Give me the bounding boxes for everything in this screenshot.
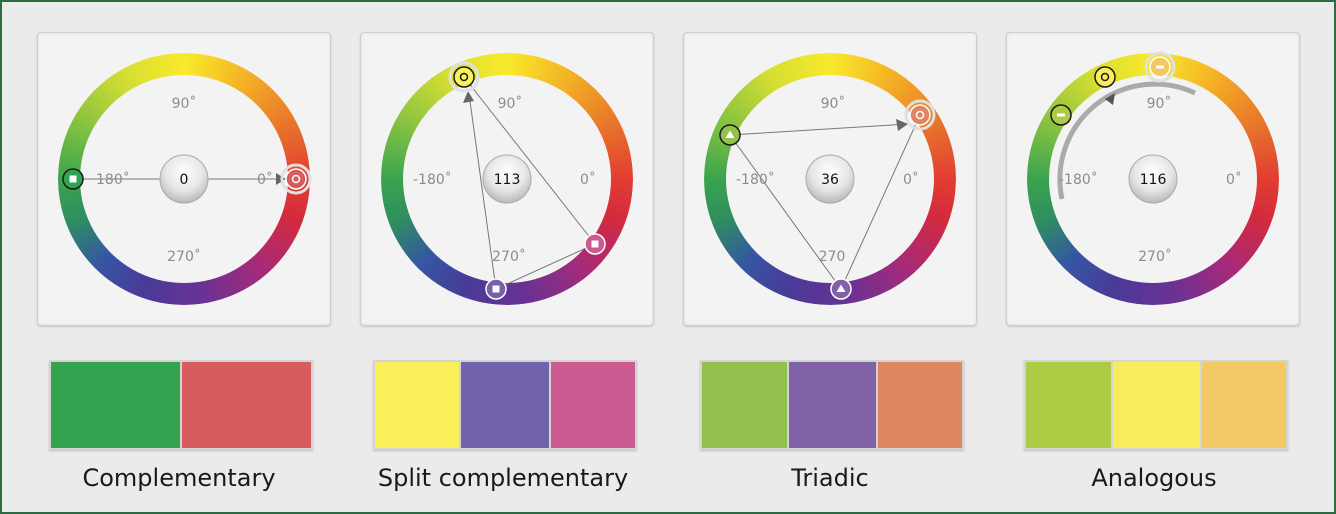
swatch-1[interactable]: [1026, 362, 1111, 448]
swatch-strip-complementary: [49, 360, 313, 450]
angle-knob[interactable]: 0: [159, 154, 209, 204]
color-handle-circle-selected[interactable]: [448, 61, 480, 93]
swatch-3[interactable]: [1202, 362, 1286, 448]
swatch-strip-split-complementary: [373, 360, 637, 450]
degree-label-270: 270˚: [167, 248, 201, 265]
wheel-panel-triadic: 90˚ -180˚ 0˚ 270 36: [683, 32, 977, 326]
color-handle-square[interactable]: [485, 278, 507, 300]
degree-label-270: 270˚: [492, 248, 526, 265]
color-handle-minus[interactable]: [1050, 104, 1072, 126]
scheme-label-analogous: Analogous: [1091, 464, 1217, 492]
degree-label-90: 90˚: [1147, 95, 1172, 112]
degree-label-180: -180˚: [1059, 171, 1098, 188]
color-handle-square[interactable]: [584, 233, 606, 255]
angle-value: 0: [180, 172, 189, 188]
color-handle-square[interactable]: [62, 168, 84, 190]
color-wheel-analogous: 90˚ -180˚ 0˚ 270˚ 116: [1007, 51, 1299, 325]
scheme-label-complementary: Complementary: [82, 464, 276, 492]
wheel-panel-analogous: 90˚ -180˚ 0˚ 270˚ 116: [1006, 32, 1300, 326]
color-handle-minus-selected[interactable]: [1144, 51, 1176, 83]
angle-knob[interactable]: 116: [1128, 154, 1178, 204]
swatch-2[interactable]: [1113, 362, 1200, 448]
angle-knob[interactable]: 36: [805, 154, 855, 204]
color-wheel-triadic: 90˚ -180˚ 0˚ 270 36: [684, 33, 976, 325]
swatch-2[interactable]: [182, 362, 311, 448]
degree-label-90: 90˚: [172, 95, 197, 112]
swatch-1[interactable]: [51, 362, 180, 448]
swatch-3[interactable]: [551, 362, 635, 448]
color-wheel-split-complementary: 90˚ -180˚ 0˚ 270˚ 113: [361, 33, 653, 325]
wheel-panel-split-complementary: 90˚ -180˚ 0˚ 270˚ 113: [360, 32, 654, 326]
swatch-1[interactable]: [375, 362, 459, 448]
degree-label-180: 180˚: [96, 171, 130, 188]
swatch-strip-triadic: [700, 360, 964, 450]
swatch-2[interactable]: [461, 362, 549, 448]
degree-label-90: 90˚: [821, 95, 846, 112]
color-handle-circle-selected[interactable]: [904, 99, 936, 131]
swatch-2[interactable]: [789, 362, 876, 448]
scheme-label-split-complementary: Split complementary: [377, 464, 629, 492]
degree-label-90: 90˚: [498, 95, 523, 112]
wheel-panel-complementary: 90˚ 180˚ 0˚ 270˚ 0: [37, 32, 331, 326]
color-handle-circle-selected[interactable]: [280, 163, 312, 195]
angle-knob[interactable]: 113: [482, 154, 532, 204]
color-handle-triangle[interactable]: [830, 278, 852, 300]
swatch-strip-analogous: [1024, 360, 1288, 450]
degree-label-270: 270: [819, 249, 846, 265]
swatch-1[interactable]: [702, 362, 787, 448]
degree-label-180: -180˚: [413, 171, 452, 188]
color-handle-triangle[interactable]: [719, 124, 741, 146]
degree-label-270: 270˚: [1138, 248, 1172, 265]
color-handle-circle[interactable]: [1094, 66, 1116, 88]
degree-label-0: 0˚: [1226, 171, 1242, 188]
angle-value: 116: [1140, 172, 1167, 188]
degree-label-0: 0˚: [903, 171, 919, 188]
angle-value: 113: [494, 172, 521, 188]
degree-label-0: 0˚: [257, 171, 273, 188]
color-wheel-complementary: 90˚ 180˚ 0˚ 270˚ 0: [58, 53, 312, 305]
scheme-label-triadic: Triadic: [791, 464, 869, 492]
angle-value: 36: [821, 172, 839, 188]
swatch-3[interactable]: [878, 362, 962, 448]
degree-label-0: 0˚: [580, 171, 596, 188]
degree-label-180: -180˚: [736, 171, 775, 188]
